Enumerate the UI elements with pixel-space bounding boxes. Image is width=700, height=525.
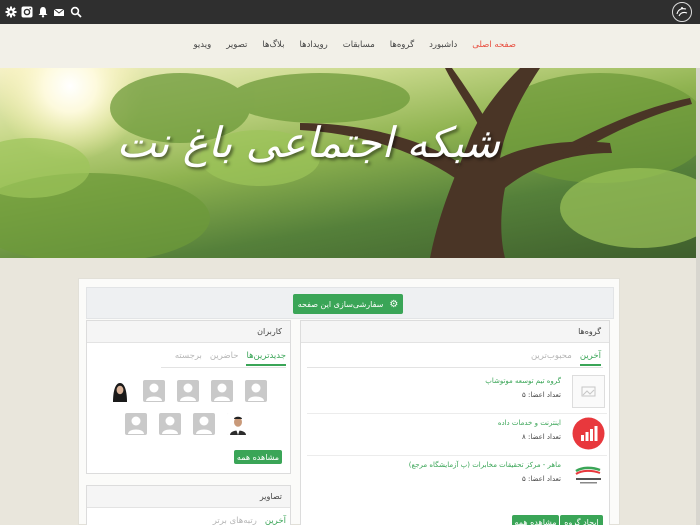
user-avatar[interactable] (125, 413, 147, 435)
pictures-panel-header: تصاویر (87, 486, 290, 508)
site-logo[interactable] (672, 2, 692, 22)
user-avatar[interactable] (193, 413, 215, 435)
mail-icon[interactable] (53, 6, 65, 18)
tab-users-newest[interactable]: جدیدترین‌ها (246, 351, 286, 366)
nav-item-dashboard[interactable]: داشبورد (429, 40, 457, 50)
group-row[interactable]: ماهر - مرکز تحقیقات مخابرات (پ آزمایشگاه… (307, 457, 607, 498)
group-member-count: تعداد اعضا: ۸ (522, 433, 561, 441)
user-avatar[interactable] (109, 380, 131, 402)
group-member-count: تعداد اعضا: ۵ (522, 475, 561, 483)
bell-icon[interactable] (37, 6, 49, 18)
customize-page-label: سفارشی‌سازی این صفحه (297, 299, 384, 309)
groups-tabs: آخرین محبوب‌ترین (531, 351, 601, 366)
pictures-tabs: آخرین رتبه‌های برتر (213, 516, 286, 525)
groups-panel-header: گروه‌ها (301, 321, 609, 343)
users-panel-title: کاربران (257, 327, 282, 336)
main-content: ⚙ سفارشی‌سازی این صفحه گروه‌ها آخرین محب… (78, 278, 620, 525)
groups-panel: گروه‌ها آخرین محبوب‌ترین گروه تیم توسعه … (300, 320, 610, 525)
tab-users-online[interactable]: حاضرین (210, 351, 239, 366)
instagram-icon[interactable] (21, 6, 33, 18)
groups-panel-title: گروه‌ها (578, 327, 601, 336)
user-avatar[interactable] (159, 413, 181, 435)
main-nav: صفحه اصلی داشبورد گروه‌ها مسابقات رویداد… (193, 40, 516, 50)
pictures-panel: تصاویر آخرین رتبه‌های برتر (86, 485, 291, 525)
group-row[interactable]: گروه تیم توسعه موتوشاپ تعداد اعضا: ۵ (307, 373, 607, 414)
customize-page-button[interactable]: ⚙ سفارشی‌سازی این صفحه (293, 294, 403, 314)
users-tabs: جدیدترین‌ها حاضرین برجسته (175, 351, 286, 366)
nav-item-home[interactable]: صفحه اصلی (472, 40, 516, 50)
user-avatar[interactable] (143, 380, 165, 402)
group-member-count: تعداد اعضا: ۵ (522, 391, 561, 399)
nav-item-videos[interactable]: ویدیو (193, 40, 211, 50)
nav-item-groups[interactable]: گروه‌ها (390, 40, 414, 50)
main-nav-bar: صفحه اصلی داشبورد گروه‌ها مسابقات رویداد… (0, 24, 700, 68)
users-panel-header: کاربران (87, 321, 290, 343)
group-name[interactable]: گروه تیم توسعه موتوشاپ (485, 377, 561, 385)
nav-item-photos[interactable]: تصویر (226, 40, 247, 50)
group-name[interactable]: اینترنت و خدمات داده (498, 419, 561, 427)
tab-pictures-top[interactable]: رتبه‌های برتر (213, 516, 257, 525)
gear-icon: ⚙ (389, 298, 399, 310)
hero-banner: شبکه اجتماعی باغ نت (0, 68, 700, 258)
group-thumbnail[interactable] (572, 417, 605, 450)
users-tabs-divider (161, 367, 286, 368)
group-thumbnail[interactable] (572, 459, 605, 492)
settings-icon[interactable] (5, 6, 17, 18)
users-view-all-button[interactable]: مشاهده همه (234, 450, 282, 464)
user-avatar[interactable] (211, 380, 233, 402)
group-name[interactable]: ماهر - مرکز تحقیقات مخابرات (پ آزمایشگاه… (409, 461, 561, 469)
banner-title: شبکه اجتماعی باغ نت (116, 118, 500, 167)
groups-tabs-divider (307, 367, 603, 368)
nav-item-blogs[interactable]: بلاگ‌ها (262, 40, 284, 50)
nav-item-contests[interactable]: مسابقات (343, 40, 375, 50)
pictures-panel-title: تصاویر (259, 492, 282, 501)
tab-groups-popular[interactable]: محبوب‌ترین (531, 351, 572, 366)
group-row[interactable]: اینترنت و خدمات داده تعداد اعضا: ۸ (307, 415, 607, 456)
user-avatar[interactable] (245, 380, 267, 402)
groups-view-all-button[interactable]: مشاهده همه (512, 515, 559, 525)
user-avatar[interactable] (227, 413, 249, 435)
search-icon[interactable] (70, 6, 82, 18)
tab-users-featured[interactable]: برجسته (175, 351, 202, 366)
page-scrollbar[interactable] (696, 68, 700, 525)
create-group-button[interactable]: ایجاد گروه (560, 515, 603, 525)
user-avatar[interactable] (177, 380, 199, 402)
nav-item-events[interactable]: رویدادها (300, 40, 328, 50)
tab-pictures-latest[interactable]: آخرین (265, 516, 286, 525)
group-thumbnail[interactable] (572, 375, 605, 408)
top-bar (0, 0, 700, 24)
tab-groups-latest[interactable]: آخرین (579, 351, 601, 366)
